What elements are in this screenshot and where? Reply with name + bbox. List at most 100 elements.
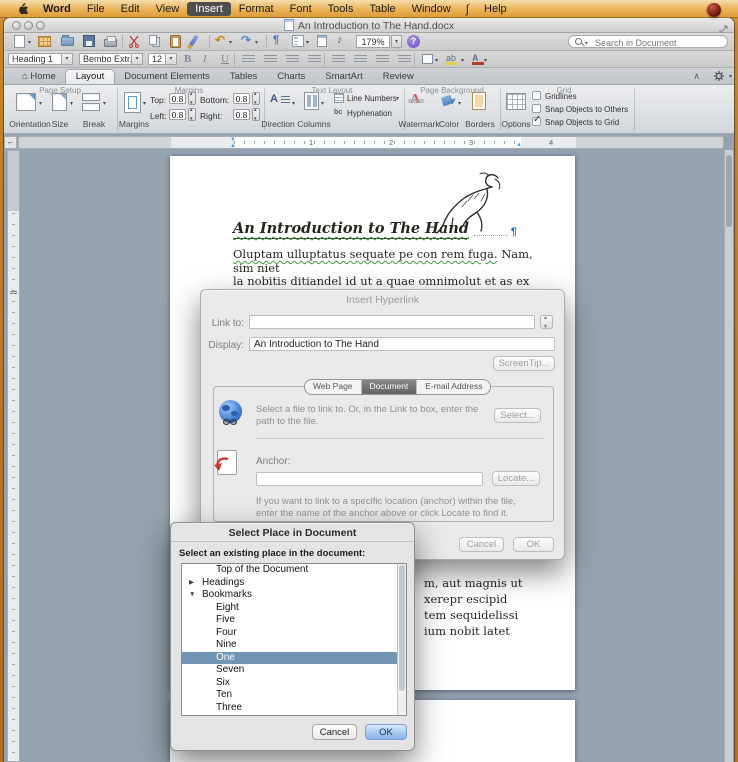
menu-font[interactable]: Font xyxy=(282,2,320,16)
margin-left-field[interactable]: 0.8 xyxy=(169,109,186,120)
align-center-button[interactable] xyxy=(264,55,277,64)
view-layout-icon[interactable] xyxy=(292,35,304,47)
screentip-button[interactable]: ScreenTip... xyxy=(493,356,555,371)
menu-file[interactable]: File xyxy=(79,2,113,16)
link-to-input[interactable] xyxy=(249,315,535,329)
list-item[interactable]: Seven xyxy=(182,664,397,677)
menu-view[interactable]: View xyxy=(148,2,188,16)
menu-table[interactable]: Table xyxy=(361,2,403,16)
hyperlink-ok-button[interactable]: OK xyxy=(513,537,554,552)
tab-home[interactable]: ⌂ Home xyxy=(12,70,66,84)
align-left-button[interactable] xyxy=(242,55,255,64)
margins-icon[interactable] xyxy=(124,92,141,113)
right-indent-marker[interactable]: ▲ xyxy=(516,142,522,148)
view-layout-dropdown[interactable] xyxy=(306,40,309,46)
show-formatting-icon[interactable]: ¶ xyxy=(273,34,279,47)
gridlines-checkbox[interactable] xyxy=(532,91,541,100)
color-icon[interactable] xyxy=(441,95,453,107)
font-size-combo[interactable]: 12 xyxy=(148,53,166,65)
margins-dropdown[interactable] xyxy=(143,100,146,107)
vertical-ruler[interactable] xyxy=(7,150,20,762)
redo-dropdown[interactable] xyxy=(255,40,258,46)
paste-icon[interactable] xyxy=(170,35,181,48)
tab-review[interactable]: Review xyxy=(373,70,424,84)
borders-button[interactable] xyxy=(422,54,433,64)
margin-top-stepper[interactable] xyxy=(188,92,196,105)
collapse-ribbon-icon[interactable]: ∧ xyxy=(693,71,700,82)
numbered-list-button[interactable] xyxy=(332,55,345,64)
menu-format[interactable]: Format xyxy=(231,2,282,16)
list-item[interactable]: Four xyxy=(182,627,397,640)
media-browser-icon[interactable]: ♪ xyxy=(337,34,343,47)
list-item[interactable]: Nine xyxy=(182,639,397,652)
gear-icon[interactable] xyxy=(714,71,724,83)
list-item-bookmarks[interactable]: ▼Bookmarks xyxy=(182,589,397,602)
italic-button[interactable]: I xyxy=(203,53,207,66)
orientation-icon[interactable] xyxy=(16,93,36,111)
locate-button[interactable]: Locate... xyxy=(492,471,540,486)
font-color-dropdown[interactable] xyxy=(484,58,487,64)
list-item[interactable]: Eight xyxy=(182,602,397,615)
menu-insert[interactable]: Insert xyxy=(187,2,231,16)
margin-right-field[interactable]: 0.8 xyxy=(233,109,250,120)
style-combo[interactable]: Heading 1 xyxy=(8,53,62,65)
underline-button[interactable]: U xyxy=(221,53,229,66)
print-icon[interactable] xyxy=(104,39,117,47)
color-dropdown[interactable] xyxy=(458,100,461,107)
undo-icon[interactable]: ↶ xyxy=(215,34,225,47)
list-item[interactable]: Ten xyxy=(182,689,397,702)
titlebar[interactable]: An Introduction to The Hand.docx xyxy=(4,18,734,33)
new-document-icon[interactable] xyxy=(14,35,25,48)
style-combo-dropdown[interactable] xyxy=(62,53,73,65)
borders-page-icon[interactable] xyxy=(472,92,486,110)
redo-icon[interactable]: ↷ xyxy=(241,34,251,47)
list-scrollbar-thumb[interactable] xyxy=(399,565,405,691)
search-input[interactable] xyxy=(593,36,725,49)
margin-left-stepper[interactable] xyxy=(188,108,196,121)
script-menu-icon[interactable]: ∫ xyxy=(459,2,476,16)
list-item[interactable]: Top of the Document xyxy=(182,564,397,577)
format-painter-icon[interactable] xyxy=(189,35,199,46)
tab-email-address[interactable]: E-mail Address xyxy=(416,380,490,394)
columns-icon[interactable] xyxy=(304,92,319,110)
break-icon[interactable] xyxy=(82,93,100,101)
undo-dropdown[interactable] xyxy=(229,40,232,46)
tab-document-elements[interactable]: Document Elements xyxy=(114,70,220,84)
hyphenation-button[interactable]: Hyphenation xyxy=(347,109,392,118)
template-gallery-icon[interactable] xyxy=(38,36,51,47)
list-scrollbar[interactable] xyxy=(397,564,406,715)
navigation-pane-icon[interactable] xyxy=(317,35,327,47)
tab-smartart[interactable]: SmartArt xyxy=(315,70,372,84)
vertical-scrollbar[interactable] xyxy=(724,150,733,762)
zoom-dropdown[interactable]: ▾ xyxy=(391,35,402,48)
columns-button[interactable]: Columns xyxy=(294,119,334,129)
direction-icon[interactable]: A xyxy=(270,93,278,105)
line-numbers-dropdown[interactable] xyxy=(396,95,399,102)
display-input[interactable] xyxy=(249,337,555,351)
left-indent-marker[interactable]: ▼▲ xyxy=(230,137,236,149)
snap-objects-grid-checkbox[interactable]: ✓ xyxy=(532,117,541,126)
list-item[interactable]: Five xyxy=(182,614,397,627)
tab-web-page[interactable]: Web Page xyxy=(305,380,361,394)
hyphenation-icon[interactable]: bc xyxy=(334,109,342,116)
snap-objects-others-checkbox[interactable] xyxy=(532,104,541,113)
size-button[interactable]: Size xyxy=(42,119,78,129)
gear-dropdown[interactable] xyxy=(729,74,732,80)
justify-button[interactable] xyxy=(308,55,321,64)
horizontal-ruler[interactable]: 1 2 3 4 ▼▲ ▲ xyxy=(18,136,724,149)
margin-top-field[interactable]: 0.8 xyxy=(169,93,186,104)
line-numbers-button[interactable]: Line Numbers xyxy=(347,94,397,103)
watermark-icon[interactable]: A xyxy=(410,92,420,108)
open-icon[interactable] xyxy=(61,37,74,46)
tab-document[interactable]: Document xyxy=(361,380,417,394)
save-icon[interactable] xyxy=(83,35,95,47)
hyperlink-cancel-button[interactable]: Cancel xyxy=(459,537,504,552)
align-right-button[interactable] xyxy=(286,55,299,64)
select-button[interactable]: Select... xyxy=(494,408,541,423)
places-list[interactable]: Top of the Document ▶Headings ▼Bookmarks… xyxy=(181,563,407,716)
direction-dropdown[interactable] xyxy=(292,100,295,107)
menu-tools[interactable]: Tools xyxy=(320,2,362,16)
borders-dropdown[interactable] xyxy=(435,58,438,64)
highlight-dropdown[interactable] xyxy=(461,58,464,64)
line-numbers-icon[interactable] xyxy=(334,93,344,103)
